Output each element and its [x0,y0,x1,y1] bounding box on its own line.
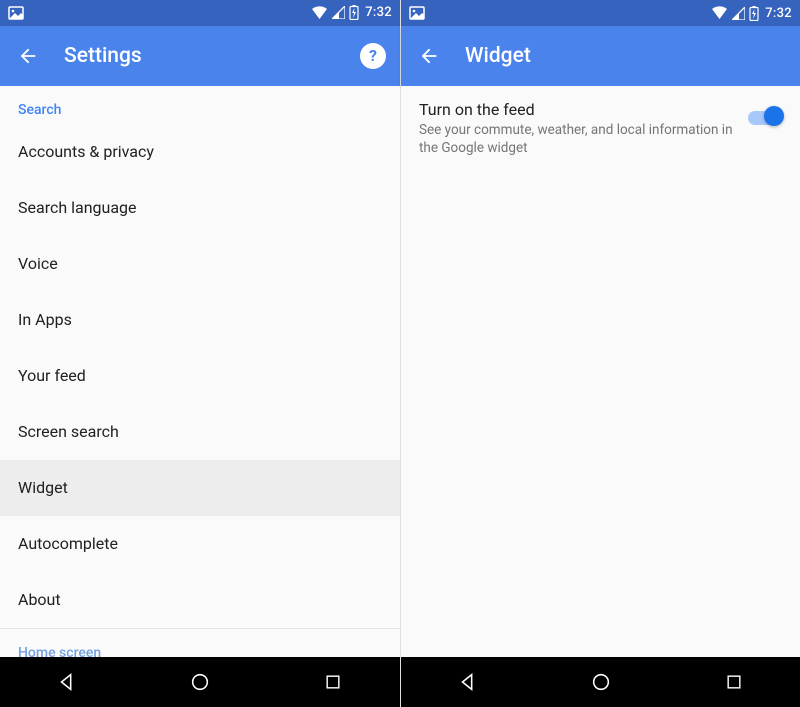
status-time: 7:32 [765,6,792,21]
nav-home-button[interactable] [576,662,626,702]
toggle-subtitle: See your commute, weather, and local inf… [419,121,734,157]
page-title: Widget [465,44,531,68]
app-bar: Settings ? [0,26,400,86]
signal-icon [732,7,745,20]
list-item-label: Voice [18,254,58,273]
back-button[interactable] [415,42,443,70]
item-autocomplete[interactable]: Autocomplete [0,516,400,572]
signal-icon [332,6,345,19]
battery-charging-icon [349,5,359,20]
image-notification-icon [409,6,425,20]
wifi-icon [711,6,728,20]
list-item-label: Your feed [18,366,86,385]
image-notification-icon [8,6,24,20]
nav-recent-button[interactable] [709,662,759,702]
battery-charging-icon [749,6,759,21]
app-bar: Widget [401,26,800,86]
nav-bar [401,657,800,707]
item-voice[interactable]: Voice [0,236,400,292]
feed-toggle-switch[interactable] [748,106,784,126]
status-time: 7:32 [365,5,392,20]
item-search-language[interactable]: Search language [0,180,400,236]
item-your-feed[interactable]: Your feed [0,348,400,404]
nav-back-button[interactable] [42,662,92,702]
list-item-label: Screen search [18,422,119,441]
nav-bar [0,657,400,707]
nav-recent-button[interactable] [308,662,358,702]
back-button[interactable] [14,42,42,70]
list-item-label: Accounts & privacy [18,142,154,161]
list-item-label: In Apps [18,310,72,329]
help-button[interactable]: ? [360,43,386,69]
section-header-home-screen: Home screen [0,629,400,658]
list-item-label: About [18,590,61,609]
wifi-icon [311,6,328,20]
item-widget[interactable]: Widget [0,460,400,516]
toggle-row-turn-on-feed[interactable]: Turn on the feed See your commute, weath… [401,86,800,169]
list-item-label: Autocomplete [18,534,118,553]
nav-back-button[interactable] [443,662,493,702]
widget-settings: Turn on the feed See your commute, weath… [401,86,800,657]
item-in-apps[interactable]: In Apps [0,292,400,348]
phone-settings: 7:32 Settings ? Search Accounts & privac… [0,0,400,707]
item-accounts-privacy[interactable]: Accounts & privacy [0,124,400,180]
item-screen-search[interactable]: Screen search [0,404,400,460]
list-item-label: Search language [18,198,137,217]
toggle-title: Turn on the feed [419,100,734,119]
phone-widget: 7:32 Widget Turn on the feed See your co… [400,0,800,707]
item-about[interactable]: About [0,572,400,628]
section-header-search: Search [0,86,400,124]
page-title: Settings [64,44,142,68]
status-bar: 7:32 [0,0,400,26]
settings-list: Search Accounts & privacy Search languag… [0,86,400,658]
status-bar: 7:32 [401,0,800,26]
list-item-label: Widget [18,478,68,497]
nav-home-button[interactable] [175,662,225,702]
